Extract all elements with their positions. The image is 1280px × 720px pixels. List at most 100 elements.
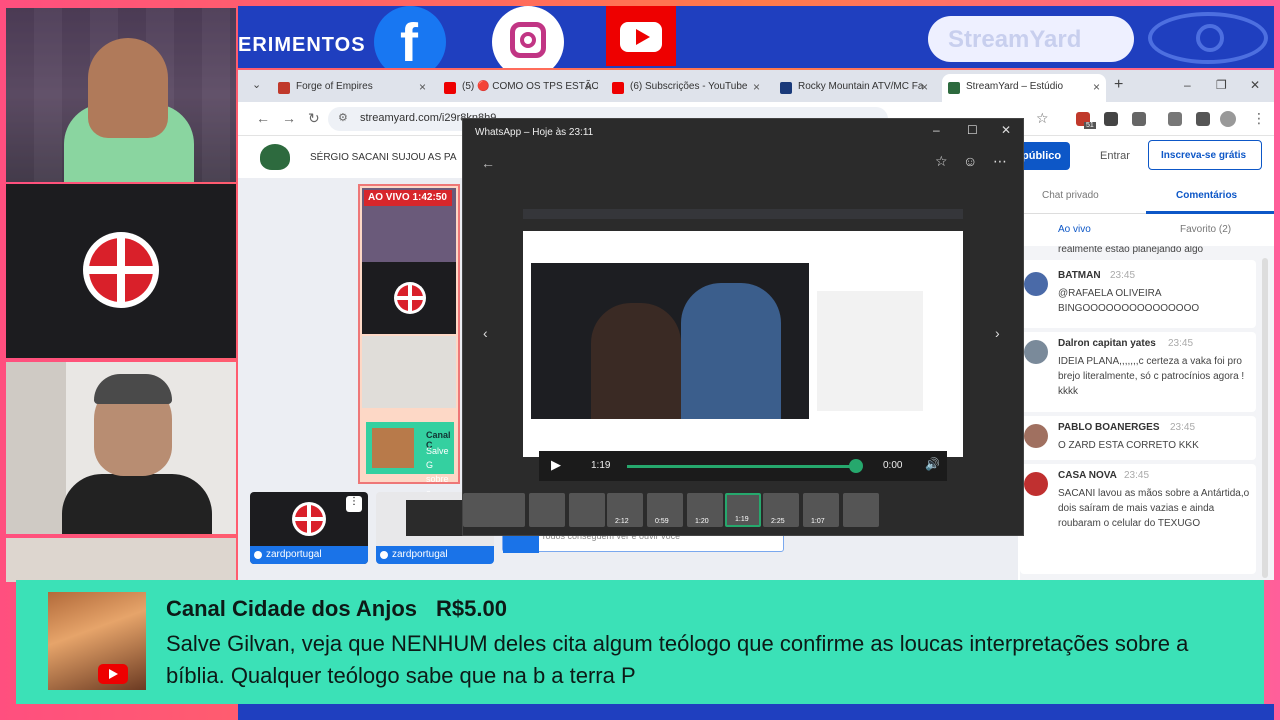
message-time: 23:45: [1170, 422, 1196, 433]
participant-name: zardportugal: [250, 546, 368, 564]
duck-logo-icon: [260, 144, 290, 170]
streamyard-logo: StreamYard: [928, 16, 1134, 62]
tab-forge[interactable]: Forge of Empires ×: [272, 74, 432, 102]
profile-avatar[interactable]: [1220, 111, 1236, 127]
live-badge: AO VIVO 1:42:50: [364, 190, 452, 206]
tile-menu-icon[interactable]: ⋮: [346, 496, 362, 512]
reload-icon[interactable]: ↻: [308, 110, 320, 127]
back-icon[interactable]: ←: [256, 110, 270, 126]
sidebar-icon[interactable]: [1196, 112, 1210, 126]
forward-icon[interactable]: →: [282, 110, 296, 126]
rm-favicon-icon: [780, 82, 792, 94]
play-icon[interactable]: ▶: [551, 457, 561, 473]
superchat-banner: Canal Cidade dos Anjos R$5.00 Salve Gilv…: [16, 580, 1264, 704]
top-banner: ERIMENTOS f StreamYard: [238, 6, 1274, 68]
media-thumb-selected[interactable]: 1:19: [725, 493, 761, 527]
minimize-icon[interactable]: –: [933, 123, 940, 137]
seek-handle[interactable]: [849, 459, 863, 473]
empty-camera: [6, 538, 236, 582]
close-icon[interactable]: ×: [585, 80, 592, 94]
avatar: [1024, 424, 1048, 448]
chat-scrollbar[interactable]: [1262, 258, 1268, 578]
whatsapp-title: WhatsApp – Hoje às 23:11: [475, 127, 594, 138]
message-text: O ZARD ESTA CORRETO KKK: [1058, 440, 1199, 451]
user-icon: [254, 551, 262, 559]
inner-video: [531, 263, 809, 419]
preview-caption: Canal C Salve G sobre a: [366, 422, 454, 498]
author-name: PABLO BOANERGES: [1058, 422, 1160, 433]
current-time: 1:19: [591, 460, 611, 471]
video-frame: [523, 209, 963, 457]
media-thumb[interactable]: 0:59: [647, 493, 683, 527]
media-thumb[interactable]: 1:07: [803, 493, 839, 527]
chat-message[interactable]: BATMAN 23:45 @RAFAELA OLIVEIRA BINGOOOOO…: [1020, 260, 1256, 328]
subtab-live[interactable]: Ao vivo: [1058, 224, 1091, 235]
media-thumb[interactable]: [569, 493, 605, 527]
maximize-icon[interactable]: ☐: [967, 123, 978, 137]
inscreva-button[interactable]: Inscreva-se grátis: [1148, 140, 1262, 170]
extension-icon[interactable]: [1104, 112, 1118, 126]
puzzle-icon[interactable]: [1132, 112, 1146, 126]
back-icon[interactable]: ←: [481, 155, 495, 171]
close-icon[interactable]: ×: [921, 80, 928, 94]
bookmark-star-icon[interactable]: ☆: [1036, 110, 1049, 127]
chat-message[interactable]: CASA NOVA 23:45 SACANI lavou as mãos sob…: [1020, 464, 1256, 574]
tab-comments[interactable]: Comentários: [1176, 190, 1237, 201]
whatsapp-viewer: WhatsApp – Hoje às 23:11 – ☐ ✕ ← ☆ ☺ ⋯ ‹…: [462, 118, 1024, 536]
media-thumb[interactable]: [489, 493, 525, 527]
youtube-icon: [98, 664, 128, 684]
stage-preview: AO VIVO 1:42:50 Canal C Salve G sobre a: [358, 184, 460, 498]
chat-message[interactable]: Dalron capitan yates 23:45 IDEIA PLANA,,…: [1020, 332, 1256, 412]
media-thumb[interactable]: 2:12: [607, 493, 643, 527]
volume-icon[interactable]: 🔊: [925, 457, 940, 471]
tab-subscriptions[interactable]: (6) Subscrições - YouTube ×: [606, 74, 766, 102]
previous-media-icon[interactable]: ‹: [483, 325, 488, 341]
subtab-favorite[interactable]: Favorito (2): [1180, 224, 1231, 235]
message-text: IDEIA PLANA,,,,,,,c certeza a vaka foi p…: [1058, 356, 1245, 397]
banner-text: ERIMENTOS: [238, 34, 366, 56]
tab-bar: ⌄ Forge of Empires × (5) 🔴 COMO OS TPS ES…: [238, 70, 1274, 102]
media-thumb[interactable]: [529, 493, 565, 527]
media-thumb[interactable]: 1:20: [687, 493, 723, 527]
tab-streamyard[interactable]: StreamYard – Estúdio ×: [942, 74, 1106, 102]
new-tab-icon[interactable]: +: [1114, 76, 1123, 94]
superchat-message: Salve Gilvan, veja que NENHUM deles cita…: [166, 631, 1189, 688]
inner-sidebar: [817, 291, 923, 411]
end-time: 0:00: [883, 460, 903, 471]
close-icon[interactable]: ×: [419, 80, 426, 94]
close-icon[interactable]: ×: [1093, 80, 1100, 94]
site-info-icon[interactable]: ⚙: [338, 111, 348, 124]
inner-tab-bar: [523, 209, 963, 219]
facebook-icon: f: [374, 6, 446, 68]
tab-private-chat[interactable]: Chat privado: [1042, 190, 1099, 201]
message-list: realmente estão planejando algo BATMAN 2…: [1020, 246, 1274, 580]
message-time: 23:45: [1168, 338, 1194, 349]
chat-message[interactable]: PABLO BOANERGES 23:45 O ZARD ESTA CORRET…: [1020, 416, 1256, 460]
media-icon[interactable]: [1168, 112, 1182, 126]
menu-dots-icon[interactable]: ⋮: [1252, 110, 1266, 127]
emoji-icon[interactable]: ☺: [963, 153, 977, 169]
screen-icon: [380, 551, 388, 559]
cross-logo-icon: [83, 232, 159, 308]
next-media-icon[interactable]: ›: [995, 325, 1000, 341]
tab-youtube-live[interactable]: (5) 🔴 COMO OS TPS ESTÃO ×: [438, 74, 598, 102]
maximize-icon[interactable]: ❐: [1216, 78, 1227, 92]
close-icon[interactable]: ✕: [1001, 123, 1011, 137]
more-icon[interactable]: ⋯: [993, 153, 1007, 170]
tab-rocky-mountain[interactable]: Rocky Mountain ATV/MC Fa ×: [774, 74, 934, 102]
comment-subtabs: Ao vivo Favorito (2): [1020, 214, 1274, 246]
media-thumb[interactable]: [843, 493, 879, 527]
guest-camera: [6, 362, 236, 534]
star-icon[interactable]: ☆: [935, 153, 948, 170]
seek-bar[interactable]: [627, 465, 855, 468]
chat-tabs: Chat privado Comentários: [1020, 178, 1274, 214]
tab-list-chevron-icon[interactable]: ⌄: [252, 78, 261, 91]
superchat-avatar: [48, 592, 146, 690]
message-text: SACANI lavou as mãos sobre a Antártida,o…: [1058, 488, 1250, 529]
close-icon[interactable]: ×: [753, 80, 760, 94]
entrar-link[interactable]: Entrar: [1100, 150, 1130, 162]
media-thumb[interactable]: 2:25: [763, 493, 799, 527]
participant-tile[interactable]: ⋮ zardportugal: [250, 492, 368, 564]
minimize-icon[interactable]: –: [1184, 78, 1191, 92]
close-window-icon[interactable]: ✕: [1250, 78, 1260, 92]
